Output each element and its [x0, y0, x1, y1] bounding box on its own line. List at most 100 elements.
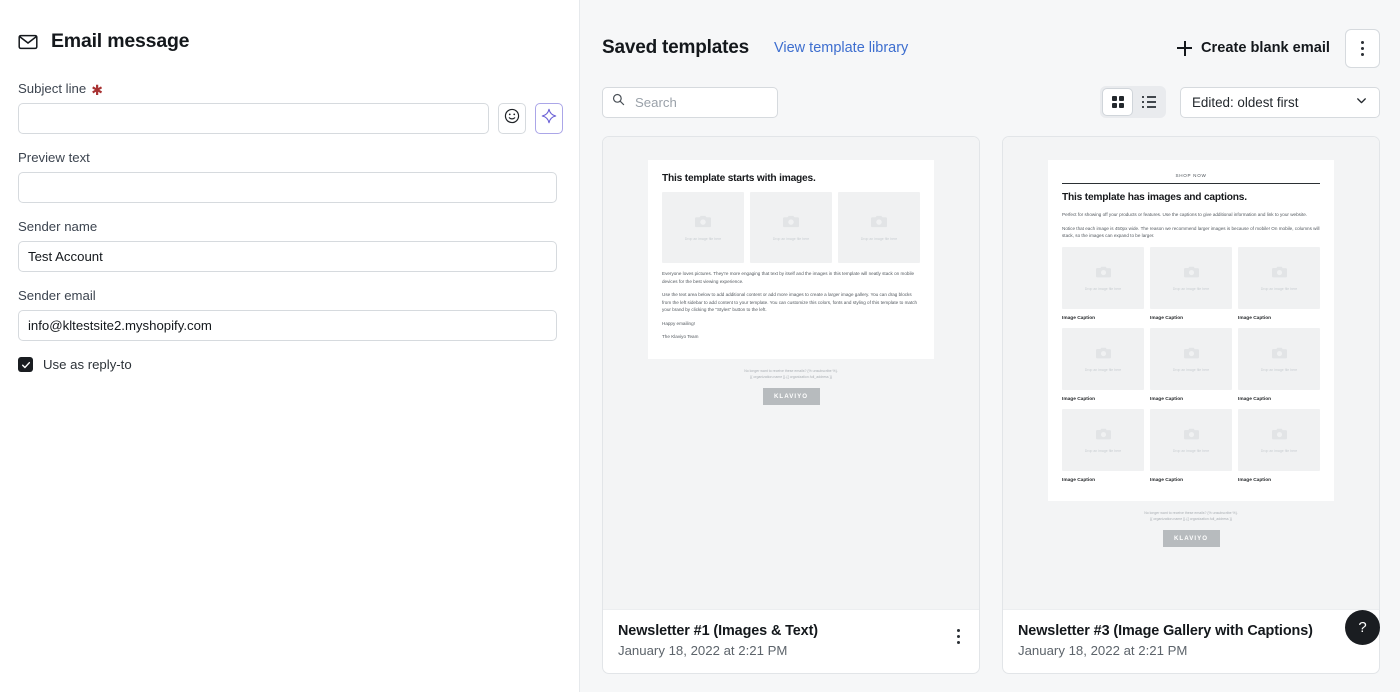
template-card-footer: Newsletter #3 (Image Gallery with Captio… — [1003, 610, 1379, 673]
field-label-text: Sender email — [18, 288, 96, 303]
drop-hint: Drop an image file here — [1172, 367, 1210, 372]
help-button[interactable]: ? — [1345, 610, 1380, 645]
emoji-picker-button[interactable] — [498, 103, 526, 134]
view-mode-toggle — [1100, 86, 1166, 118]
field-label-text: Preview text — [18, 150, 90, 165]
chevron-down-icon — [1355, 94, 1368, 110]
camera-icon — [1095, 427, 1111, 445]
image-placeholder: Drop an image file here — [1238, 327, 1320, 390]
template-date: January 18, 2022 at 2:21 PM — [1018, 643, 1188, 658]
templates-toolbar: Edited: oldest first — [602, 86, 1380, 118]
drop-hint: Drop an image file here — [1084, 286, 1122, 291]
email-paragraph: Use the text area below to add additiona… — [662, 292, 918, 313]
image-placeholder: Drop an image file here — [750, 192, 832, 263]
field-label: Subject line ✱ — [18, 81, 557, 98]
camera-icon — [1271, 265, 1287, 283]
camera-icon — [1271, 427, 1287, 445]
template-card[interactable]: This template starts with images. Drop a… — [602, 136, 980, 674]
preview-text-input[interactable] — [18, 172, 557, 203]
sort-dropdown[interactable]: Edited: oldest first — [1180, 86, 1380, 118]
drop-hint: Drop an image file here — [1084, 367, 1122, 372]
drop-hint: Drop an image file here — [1172, 286, 1210, 291]
image-caption: Image Caption — [1062, 315, 1096, 321]
email-footer: No longer want to receive these emails? … — [1048, 501, 1334, 530]
search-icon — [612, 93, 625, 111]
image-placeholder: Drop an image file here — [1238, 408, 1320, 471]
camera-icon — [1183, 265, 1199, 283]
templates-overflow-button[interactable] — [1345, 28, 1380, 68]
template-card-footer: Newsletter #1 (Images & Text) January 18… — [603, 610, 979, 673]
envelope-icon — [18, 32, 38, 52]
template-date: January 18, 2022 at 2:21 PM — [618, 643, 788, 658]
search-field[interactable] — [602, 86, 778, 118]
image-caption: Image Caption — [1150, 396, 1184, 402]
field-preview-text: Preview text — [18, 150, 557, 203]
template-thumbnail[interactable]: SHOP NOW This template has images and ca… — [1003, 137, 1379, 610]
use-as-reply-to-label: Use as reply-to — [43, 357, 132, 372]
required-asterisk-icon: ✱ — [91, 81, 103, 98]
list-icon — [1141, 95, 1156, 109]
grid-view-button[interactable] — [1102, 88, 1133, 116]
kebab-vertical-icon — [957, 629, 960, 644]
search-input[interactable] — [633, 93, 768, 111]
camera-icon — [695, 215, 711, 233]
image-placeholder: Drop an image file here — [1062, 327, 1144, 390]
image-caption: Image Caption — [1062, 396, 1096, 402]
caption-row: Image Caption Image Caption Image Captio… — [1062, 397, 1320, 402]
template-title: Newsletter #1 (Images & Text) — [618, 623, 818, 639]
email-body: SHOP NOW This template has images and ca… — [1048, 160, 1334, 501]
template-card-grid: This template starts with images. Drop a… — [602, 136, 1380, 674]
image-placeholder: Drop an image file here — [662, 192, 744, 263]
drop-hint: Drop an image file here — [684, 236, 722, 241]
template-title: Newsletter #3 (Image Gallery with Captio… — [1018, 623, 1313, 639]
email-heading: This template starts with images. — [662, 173, 816, 184]
template-thumbnail[interactable]: This template starts with images. Drop a… — [603, 137, 979, 610]
image-caption: Image Caption — [1150, 315, 1184, 321]
caption-row: Image Caption Image Caption Image Captio… — [1062, 478, 1320, 483]
drop-hint: Drop an image file here — [860, 236, 898, 241]
app-root: Email message Subject line ✱ Preview tex… — [0, 0, 1400, 692]
shop-now-bar: SHOP NOW — [1062, 173, 1320, 184]
use-as-reply-to-row[interactable]: Use as reply-to — [18, 357, 557, 372]
organization-line: {{ organization.name }} {{ organization.… — [750, 375, 832, 380]
image-placeholder: Drop an image file here — [1062, 246, 1144, 309]
email-paragraph: Everyone loves pictures. They're more en… — [662, 271, 915, 284]
saved-templates-panel: Saved templates View template library Cr… — [580, 0, 1400, 692]
camera-icon — [871, 215, 887, 233]
email-footer: No longer want to receive these emails? … — [648, 359, 934, 388]
organization-line: {{ organization.name }} {{ organization.… — [1150, 516, 1232, 521]
field-label: Sender name — [18, 219, 557, 234]
image-placeholder: Drop an image file here — [838, 192, 920, 263]
email-message-panel: Email message Subject line ✱ Preview tex… — [0, 0, 580, 692]
template-card-overflow-button[interactable] — [953, 623, 964, 650]
drop-hint: Drop an image file here — [1260, 367, 1298, 372]
drop-hint: Drop an image file here — [1084, 448, 1122, 453]
image-placeholder: Drop an image file here — [1150, 327, 1232, 390]
sender-name-input[interactable] — [18, 241, 557, 272]
image-placeholder: Drop an image file here — [1150, 408, 1232, 471]
use-as-reply-to-checkbox[interactable] — [18, 357, 33, 372]
template-card[interactable]: SHOP NOW This template has images and ca… — [1002, 136, 1380, 674]
drop-hint: Drop an image file here — [1172, 448, 1210, 453]
thumbnail-email-preview: This template starts with images. Drop a… — [648, 160, 934, 419]
ai-suggest-button[interactable] — [535, 103, 563, 134]
create-blank-email-button[interactable]: Create blank email — [1171, 34, 1336, 62]
smiley-icon — [504, 108, 520, 129]
camera-icon — [1095, 346, 1111, 364]
email-heading: This template has images and captions. — [1062, 192, 1247, 203]
sender-email-input[interactable] — [18, 310, 557, 341]
view-template-library-link[interactable]: View template library — [774, 40, 908, 56]
field-label: Preview text — [18, 150, 557, 165]
email-paragraph: Perfect for showing off your products or… — [1062, 212, 1308, 217]
field-sender-email: Sender email — [18, 288, 557, 341]
email-paragraph: Notice that each image is 450px wide. Th… — [1062, 225, 1320, 239]
list-view-button[interactable] — [1133, 88, 1164, 116]
field-subject-line: Subject line ✱ — [18, 81, 563, 134]
field-label: Sender email — [18, 288, 557, 303]
camera-icon — [1095, 265, 1111, 283]
subject-line-input[interactable] — [18, 103, 489, 134]
image-caption: Image Caption — [1238, 396, 1272, 402]
panel-heading: Email message — [18, 30, 557, 53]
caption-row: Image Caption Image Caption Image Captio… — [1062, 316, 1320, 321]
template-card-text: Newsletter #3 (Image Gallery with Captio… — [1018, 623, 1353, 658]
